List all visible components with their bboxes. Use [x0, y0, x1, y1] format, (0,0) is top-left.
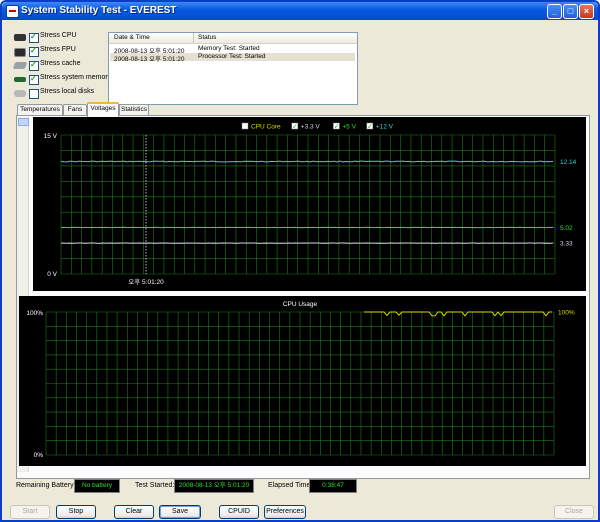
log-header: Date & Time Status — [109, 33, 357, 44]
legend-check-mark: ✓ — [367, 124, 372, 131]
log-status: Memory Test: Started — [198, 45, 260, 52]
series-value-label: 100% — [558, 310, 575, 317]
preferences-button[interactable]: Preferences — [264, 505, 306, 519]
save-button[interactable]: Save — [159, 505, 201, 519]
close-window-button[interactable]: × — [579, 4, 594, 19]
series-line — [60, 160, 554, 163]
app-icon — [6, 5, 19, 18]
fpu-icon — [14, 48, 26, 57]
legend-label: +12 V — [376, 124, 394, 131]
window-title: System Stability Test - EVEREST — [21, 5, 177, 16]
battery-value: No battery — [74, 479, 120, 493]
voltage-chart: CPU Core ✓ +3.3 V ✓ +5 V ✓ +12 V 15 V0 V 오후 5:01… — [33, 117, 586, 291]
log-row[interactable]: 2008-08-13 오후 5:01:20 Processor Test: St… — [110, 53, 355, 63]
tab-voltages[interactable]: Voltages — [87, 102, 119, 117]
cpu-usage-chart: CPU Usage 100% 0% 100% — [19, 296, 586, 466]
voltage-chart-svg: CPU Core ✓ +3.3 V ✓ +5 V ✓ +12 V15 V0 V오후 5:01… — [44, 122, 577, 286]
stress-disks-checkbox[interactable] — [29, 89, 39, 99]
dialog-body: Stress CPU Stress FPU Stress cache Stres… — [2, 20, 598, 520]
log-datetime: 2008-08-13 오후 5:01:20 — [114, 56, 185, 63]
tab-fans[interactable]: Fans — [63, 104, 87, 115]
stress-memory-label: Stress system memory — [40, 74, 112, 81]
datetime-column-header[interactable]: Date & Time — [114, 34, 150, 41]
y-axis-bottom-label: 0% — [34, 452, 44, 459]
legend-label: CPU Core — [251, 124, 281, 131]
test-started-label: Test Started: — [135, 482, 175, 489]
series-value-label: 12.14 — [560, 159, 577, 166]
title-bar[interactable]: System Stability Test - EVEREST _ □ × — [2, 2, 598, 20]
y-axis-top-label: 15 V — [44, 133, 58, 140]
cpu-icon — [14, 34, 26, 41]
elapsed-time-label: Elapsed Time: — [268, 482, 313, 489]
y-axis-bottom-label: 0 V — [47, 271, 57, 278]
series-value-label: 3.33 — [560, 241, 573, 248]
legend-check-mark: ✓ — [334, 124, 339, 131]
maximize-button[interactable]: □ — [563, 4, 578, 19]
scroll-thumb[interactable] — [18, 118, 29, 126]
legend-check-mark: ✓ — [292, 124, 297, 131]
log-status: Processor Test: Started — [198, 53, 266, 60]
window: System Stability Test - EVEREST _ □ × St… — [0, 0, 600, 522]
minimize-button[interactable]: _ — [547, 4, 562, 19]
series-value-label: 5.02 — [560, 225, 573, 232]
stress-cache-checkbox[interactable] — [29, 60, 39, 71]
disk-icon — [14, 90, 26, 97]
legend-checkbox — [241, 122, 249, 130]
clear-button[interactable]: Clear — [114, 505, 154, 519]
tab-temperatures[interactable]: Temperatures — [17, 104, 63, 115]
tab-statistics[interactable]: Statistics — [119, 104, 149, 115]
battery-label: Remaining Battery: — [16, 482, 76, 489]
cpuid-button[interactable]: CPUID — [219, 505, 259, 519]
stress-cache-label: Stress cache — [40, 60, 81, 67]
log-row[interactable]: 2008-08-13 오후 5:01:20 Memory Test: Start… — [110, 45, 355, 55]
stress-fpu-label: Stress FPU — [40, 46, 76, 53]
column-divider[interactable] — [193, 33, 194, 43]
close-button[interactable]: Close — [554, 505, 594, 519]
y-axis-top-label: 100% — [26, 310, 43, 317]
memory-icon — [14, 77, 26, 82]
stress-fpu-checkbox[interactable] — [29, 46, 39, 57]
chart-title: CPU Usage — [283, 301, 318, 308]
cpu-usage-chart-svg: CPU Usage 100% 0% 100% — [26, 301, 575, 459]
stress-disks-label: Stress local disks — [40, 88, 95, 95]
time-marker-label: 오후 5:01:20 — [128, 278, 164, 286]
cache-icon — [12, 62, 28, 69]
stop-button[interactable]: Stop — [56, 505, 96, 519]
stress-cpu-label: Stress CPU — [40, 32, 77, 39]
legend-label: +5 V — [342, 124, 356, 131]
event-log[interactable]: Date & Time Status 2008-08-13 오후 5:01:20… — [108, 32, 358, 105]
elapsed-time-value: 0:38:47 — [309, 479, 357, 493]
status-column-header[interactable]: Status — [198, 34, 216, 41]
test-started-value: 2008-08-13 오후 5:01:20 — [174, 479, 254, 493]
stress-memory-checkbox[interactable] — [29, 74, 39, 85]
start-button[interactable]: Start — [10, 505, 50, 519]
legend-label: +3.3 V — [301, 124, 321, 131]
stress-cpu-checkbox[interactable] — [29, 32, 39, 43]
